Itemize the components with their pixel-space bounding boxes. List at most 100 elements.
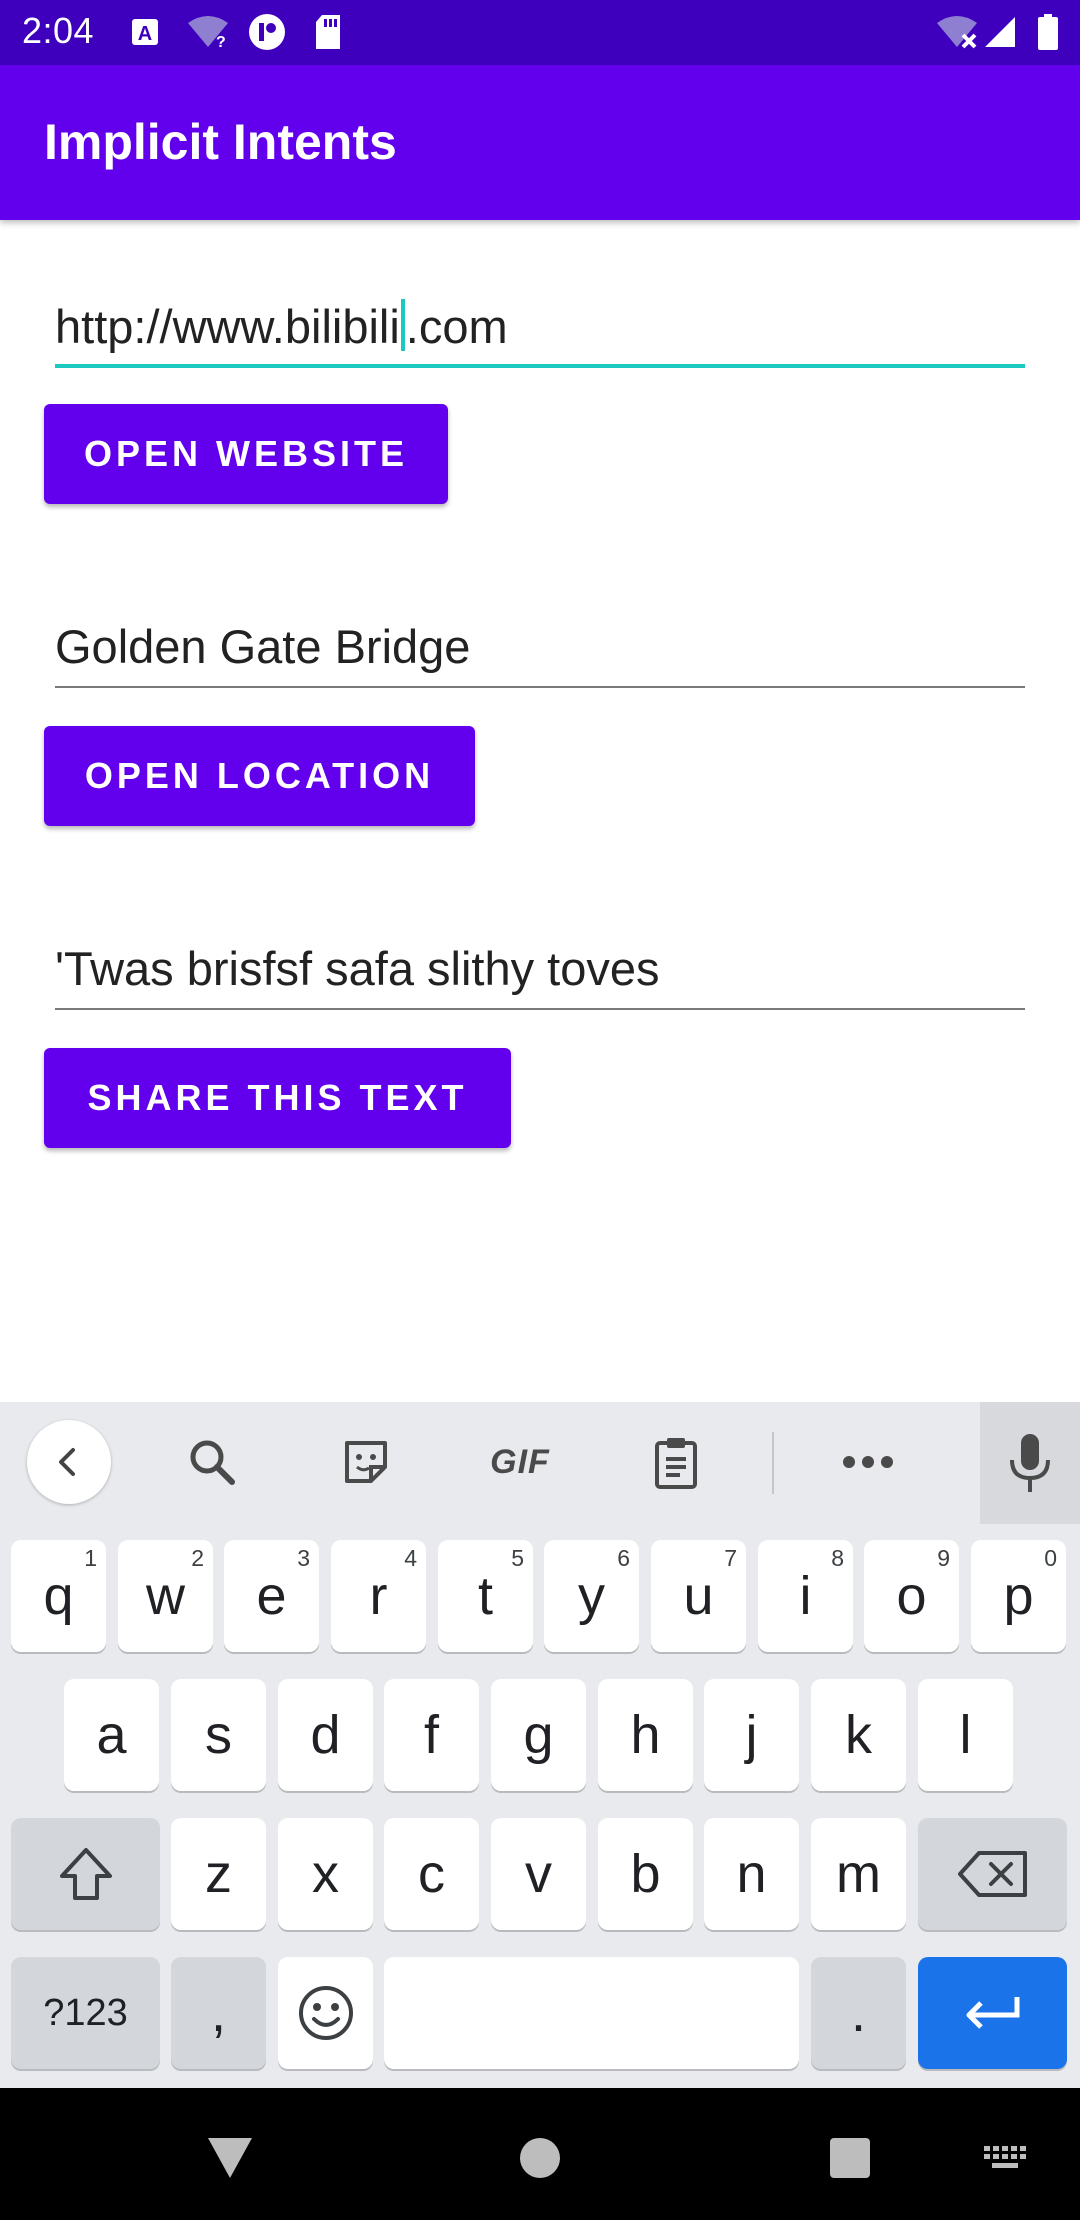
share-text-input-value: 'Twas brisfsf safa slithy toves: [55, 942, 660, 995]
key-z[interactable]: z: [171, 1818, 266, 1930]
key-label: p: [1003, 1566, 1034, 1626]
backspace-icon: [957, 1851, 1027, 1897]
gif-button[interactable]: GIF: [480, 1422, 560, 1502]
share-text-button[interactable]: SHARE THIS TEXT: [44, 1048, 511, 1148]
key-s[interactable]: s: [171, 1679, 266, 1791]
key-p[interactable]: p0: [971, 1540, 1066, 1652]
key-c[interactable]: c: [384, 1818, 479, 1930]
app-bar: Implicit Intents: [0, 65, 1080, 220]
navigation-bar: [0, 2088, 1080, 2220]
shift-icon: [59, 1848, 112, 1900]
battery-icon: [1036, 14, 1060, 50]
emoji-icon: [298, 1986, 353, 2040]
app-notification-icon: [248, 14, 286, 50]
sticker-icon[interactable]: [326, 1422, 406, 1502]
comma-key[interactable]: ,: [171, 1957, 266, 2069]
key-hint: 5: [511, 1545, 524, 1571]
chevron-left-icon[interactable]: [27, 1420, 111, 1504]
key-hint: 0: [1044, 1545, 1057, 1571]
back-triangle-icon[interactable]: [200, 2128, 260, 2188]
key-label: u: [683, 1566, 714, 1626]
key-hint: 9: [937, 1545, 950, 1571]
recents-square-icon[interactable]: [820, 2128, 880, 2188]
key-hint: 4: [404, 1545, 417, 1571]
text-cursor: [400, 299, 405, 351]
key-hint: 7: [724, 1545, 737, 1571]
key-label: q: [43, 1566, 74, 1626]
share-text-input[interactable]: 'Twas brisfsf safa slithy toves: [55, 920, 1025, 1010]
key-q[interactable]: q1: [11, 1540, 106, 1652]
key-label: o: [896, 1566, 927, 1626]
enter-arrow-icon: [966, 1997, 1019, 2029]
soft-keyboard: GIF q1 w2 e3 r4 t5 y6 u7 i8 o9 p0 a s d …: [0, 1402, 1080, 2088]
key-m[interactable]: m: [811, 1818, 906, 1930]
keyboard-toolbar: GIF: [0, 1402, 1080, 1524]
key-r[interactable]: r4: [331, 1540, 426, 1652]
key-hint: 3: [297, 1545, 310, 1571]
open-location-button[interactable]: OPEN LOCATION: [44, 726, 475, 826]
key-hint: 6: [617, 1545, 630, 1571]
wifi-off-icon: [934, 14, 980, 50]
website-text-after-cursor: .com: [405, 300, 508, 353]
signal-icon: [982, 14, 1018, 50]
key-h[interactable]: h: [598, 1679, 693, 1791]
key-k[interactable]: k: [811, 1679, 906, 1791]
website-input[interactable]: http://www.bilibili .com: [55, 278, 1025, 368]
search-icon[interactable]: [172, 1422, 252, 1502]
key-x[interactable]: x: [278, 1818, 373, 1930]
status-time: 2:04: [22, 10, 95, 51]
open-website-button[interactable]: OPEN WEBSITE: [44, 404, 448, 504]
share-text-input-underline: [55, 1008, 1025, 1010]
key-l[interactable]: l: [918, 1679, 1013, 1791]
key-a[interactable]: a: [64, 1679, 159, 1791]
key-d[interactable]: d: [278, 1679, 373, 1791]
key-label: y: [578, 1566, 605, 1626]
keyboard-switch-icon[interactable]: [980, 2128, 1030, 2188]
key-g[interactable]: g: [491, 1679, 586, 1791]
website-input-value: http://www.bilibili .com: [55, 299, 508, 354]
location-input-underline: [55, 686, 1025, 688]
wifi-question-icon: ?: [184, 14, 232, 50]
key-label: w: [146, 1566, 185, 1626]
sd-card-icon: [312, 14, 344, 50]
key-hint: 1: [84, 1545, 97, 1571]
app-screen: 2:04 A ? Implicit Intents http://www.bil…: [0, 0, 1080, 2220]
key-j[interactable]: j: [704, 1679, 799, 1791]
key-o[interactable]: o9: [864, 1540, 959, 1652]
space-key[interactable]: [384, 1957, 799, 2069]
key-label: r: [369, 1566, 388, 1626]
emoji-key[interactable]: [278, 1957, 373, 2069]
key-b[interactable]: b: [598, 1818, 693, 1930]
key-label: i: [799, 1566, 812, 1626]
period-key[interactable]: .: [811, 1957, 906, 2069]
key-label: e: [256, 1566, 287, 1626]
symbols-key-label: ?123: [43, 1991, 128, 2034]
app-title: Implicit Intents: [44, 114, 397, 170]
location-input[interactable]: Golden Gate Bridge: [55, 598, 1025, 688]
key-f[interactable]: f: [384, 1679, 479, 1791]
status-bar: 2:04 A ?: [0, 0, 1080, 65]
microphone-icon[interactable]: [980, 1402, 1080, 1524]
backspace-key[interactable]: [918, 1818, 1067, 1930]
key-w[interactable]: w2: [118, 1540, 213, 1652]
website-text-before-cursor: http://www.bilibili: [55, 300, 400, 353]
key-v[interactable]: v: [491, 1818, 586, 1930]
key-t[interactable]: t5: [438, 1540, 533, 1652]
key-label: t: [477, 1566, 493, 1626]
more-options-icon[interactable]: [828, 1422, 908, 1502]
location-input-value: Golden Gate Bridge: [55, 620, 471, 673]
home-circle-icon[interactable]: [510, 2128, 570, 2188]
shift-key[interactable]: [11, 1818, 160, 1930]
keyboard-a-icon: A: [128, 14, 162, 50]
key-e[interactable]: e3: [224, 1540, 319, 1652]
key-n[interactable]: n: [704, 1818, 799, 1930]
website-input-underline: [55, 364, 1025, 368]
enter-key[interactable]: [918, 1957, 1067, 2069]
key-u[interactable]: u7: [651, 1540, 746, 1652]
svg-text:?: ?: [216, 34, 226, 49]
symbols-key[interactable]: ?123: [11, 1957, 160, 2069]
key-i[interactable]: i8: [758, 1540, 853, 1652]
clipboard-icon[interactable]: [636, 1422, 716, 1502]
key-y[interactable]: y6: [544, 1540, 639, 1652]
toolbar-divider: [772, 1432, 774, 1494]
